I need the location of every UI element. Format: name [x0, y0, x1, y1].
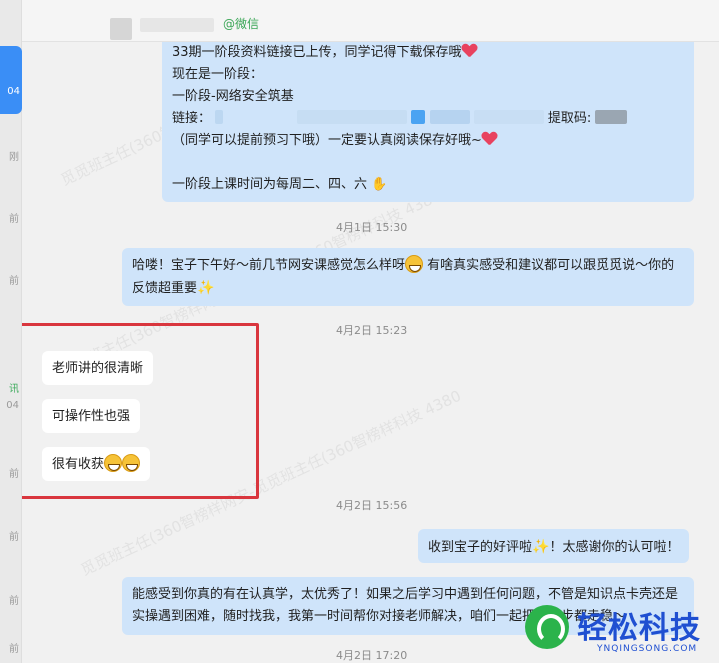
brand-logo-icon — [525, 605, 569, 649]
wechat-source-tag: @微信 — [223, 17, 260, 31]
conversation-time: 前 — [9, 276, 19, 287]
hand-wave-icon: ✋ — [371, 177, 388, 192]
message-bubble-sent[interactable]: 哈喽！宝子下午好～前几节网安课感觉怎么样呀 有啥真实感受和建议都可以跟觅觅说～你… — [122, 248, 694, 306]
message-bubble-received[interactable]: 很有收获 — [42, 447, 151, 481]
contact-name-blurred[interactable] — [140, 18, 214, 32]
timestamp: 4月2日 15:56 — [336, 499, 408, 512]
grinning-face-icon — [104, 454, 123, 472]
conversation-time: 前 — [9, 596, 19, 607]
brand-title: 轻松科技 — [577, 611, 701, 646]
conversation-time: 前 — [9, 644, 19, 655]
selected-conversation[interactable]: 04 — [0, 46, 22, 114]
sparkles-icon: ✨ — [532, 539, 550, 555]
message-bubble-sent[interactable]: 收到宝子的好评啦✨！太感谢你的认可啦！ — [418, 529, 690, 563]
chat-header: @微信 — [22, 0, 719, 42]
conversation-time: 刚 — [9, 152, 19, 163]
conversation-list-strip: 04 刚 前 前 讯 04 前 前 前 前 — [0, 0, 22, 663]
winking-face-icon — [405, 255, 424, 273]
red-heart-icon — [482, 132, 497, 146]
brand-site: YNQINGSONG.COM — [597, 644, 698, 654]
message-bubble-received[interactable]: 老师讲的很清晰 — [42, 351, 154, 385]
message-bubble-sent[interactable]: 33期一阶段资料链接已上传，同学记得下载保存哦 现在是一阶段： 一阶段-网络安全… — [162, 42, 694, 202]
timestamp: 4月1日 15:30 — [336, 221, 408, 234]
conversation-time: 前 — [9, 214, 19, 225]
conversation-time: 04 — [7, 86, 20, 97]
conversation-time: 讯 — [9, 384, 19, 395]
sparkles-icon: ✨ — [197, 280, 215, 296]
timestamp: 4月2日 17:20 — [336, 649, 408, 662]
chat-area[interactable]: 觅觅班主任(360智榜样网安-觅觅班主任(360智榜样科技 4380 觅觅班主任… — [22, 42, 719, 663]
red-heart-icon — [462, 44, 477, 58]
conversation-time: 04 — [6, 400, 19, 411]
brand-logo: 轻松科技 YNQINGSONG.COM — [525, 599, 713, 659]
message-bubble-received[interactable]: 可操作性也强 — [42, 399, 141, 433]
conversation-time: 前 — [9, 469, 19, 480]
conversation-time: 前 — [9, 532, 19, 543]
timestamp: 4月2日 15:23 — [336, 324, 408, 337]
contact-avatar-blurred[interactable] — [110, 18, 132, 40]
grinning-face-icon — [122, 454, 141, 472]
